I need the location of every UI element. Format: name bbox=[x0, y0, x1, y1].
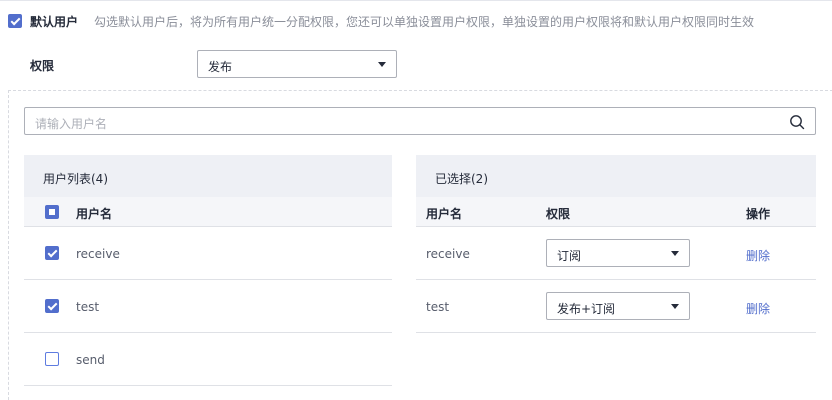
caret-down-icon bbox=[378, 62, 386, 67]
select-all-checkbox[interactable] bbox=[45, 205, 59, 219]
permission-label: 权限 bbox=[30, 59, 55, 73]
user-row-send[interactable]: send bbox=[24, 333, 392, 386]
column-permission: 权限 bbox=[546, 207, 571, 221]
selected-header: 已选择(2) bbox=[416, 155, 816, 197]
selected-row-test: test 发布+订阅 删除 bbox=[416, 280, 816, 333]
selected-row-receive: receive 订阅 删除 bbox=[416, 227, 816, 280]
delete-link[interactable]: 删除 bbox=[746, 300, 770, 317]
column-username: 用户名 bbox=[76, 207, 113, 221]
permission-select-value: 发布 bbox=[208, 60, 233, 74]
user-name: receive bbox=[76, 247, 120, 261]
search-icon[interactable] bbox=[789, 114, 805, 130]
default-user-label: 默认用户 bbox=[30, 15, 79, 29]
search-placeholder: 请输入用户名 bbox=[35, 117, 108, 131]
user-list-table-header: 用户名 bbox=[24, 197, 392, 227]
selected-table-header: 用户名 权限 操作 bbox=[416, 197, 816, 227]
user-checkbox[interactable] bbox=[45, 246, 59, 260]
user-list-header: 用户列表(4) bbox=[24, 155, 392, 197]
column-action: 操作 bbox=[746, 207, 771, 221]
default-user-checkbox[interactable] bbox=[8, 14, 22, 28]
user-permission-value: 订阅 bbox=[557, 249, 582, 263]
user-row-receive[interactable]: receive bbox=[24, 227, 392, 280]
user-permission-select[interactable]: 订阅 bbox=[546, 239, 690, 267]
default-user-hint: 勾选默认用户后，将为所有用户统一分配权限，您还可以单独设置用户权限，单独设置的用… bbox=[94, 15, 755, 29]
caret-down-icon bbox=[671, 304, 679, 309]
user-name: send bbox=[76, 353, 105, 367]
search-input[interactable]: 请输入用户名 bbox=[24, 107, 816, 135]
top-divider bbox=[0, 0, 832, 1]
selected-title: 已选择(2) bbox=[435, 172, 488, 186]
user-checkbox[interactable] bbox=[45, 299, 59, 313]
user-checkbox[interactable] bbox=[45, 352, 59, 366]
delete-link[interactable]: 删除 bbox=[746, 247, 770, 264]
user-permission-select[interactable]: 发布+订阅 bbox=[546, 292, 690, 320]
user-permission-value: 发布+订阅 bbox=[557, 302, 616, 316]
user-list-title: 用户列表(4) bbox=[43, 172, 108, 186]
permission-select[interactable]: 发布 bbox=[197, 50, 397, 78]
user-name: test bbox=[76, 300, 100, 314]
column-username: 用户名 bbox=[426, 207, 463, 221]
caret-down-icon bbox=[671, 251, 679, 256]
selected-user-name: test bbox=[426, 300, 450, 314]
user-row-test[interactable]: test bbox=[24, 280, 392, 333]
selected-user-name: receive bbox=[426, 247, 470, 261]
